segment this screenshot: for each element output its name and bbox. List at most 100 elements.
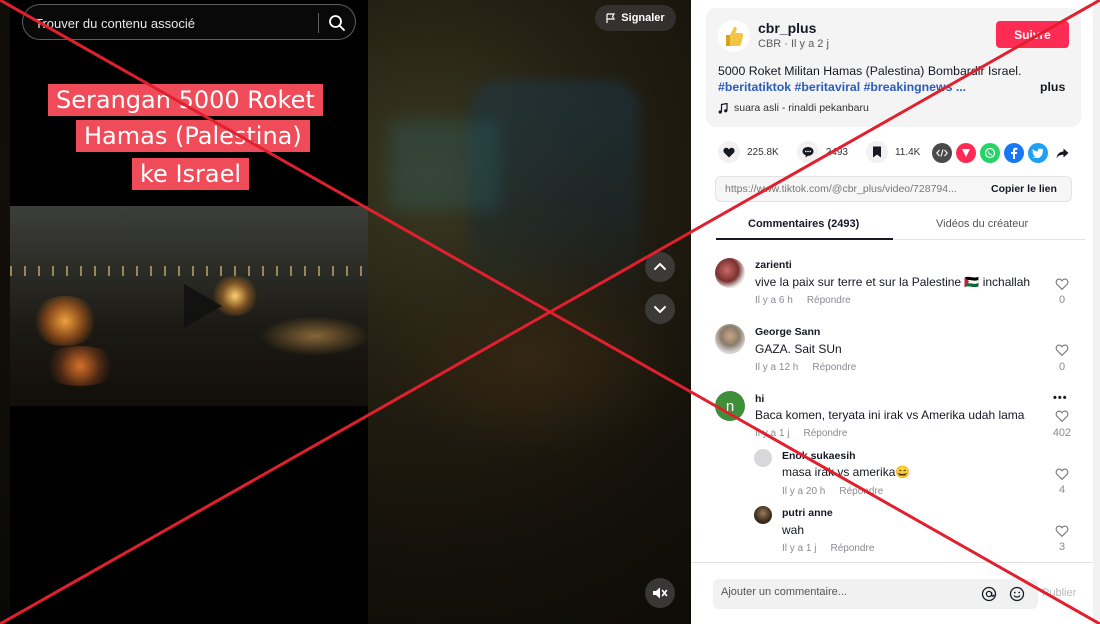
video-caption-line: Hamas (Palestina) bbox=[76, 120, 310, 152]
avatar[interactable] bbox=[754, 449, 772, 467]
heart-outline-icon[interactable] bbox=[1055, 343, 1069, 357]
comment-meta: Il y a 6 h Répondre bbox=[755, 295, 851, 306]
like-stat[interactable]: 225.8K bbox=[718, 141, 779, 163]
engagement-stats: 225.8K 2493 11.4K bbox=[718, 141, 920, 163]
comment-time: Il y a 12 h bbox=[755, 362, 799, 373]
comment-like-count: 0 bbox=[1058, 294, 1066, 306]
tab-comments[interactable]: Commentaires (2493) bbox=[748, 218, 859, 230]
comment-time: Il y a 6 h bbox=[755, 295, 793, 306]
like-count: 225.8K bbox=[747, 146, 779, 158]
avatar[interactable] bbox=[754, 506, 772, 524]
panel-tabs: Commentaires (2493) Vidéos du créateur bbox=[716, 214, 1085, 240]
comment-username[interactable]: hi bbox=[755, 393, 764, 405]
play-icon[interactable] bbox=[184, 284, 222, 328]
twitter-icon[interactable] bbox=[1028, 143, 1048, 163]
comment-text: Baca komen, teryata ini irak vs Amerika … bbox=[755, 408, 1025, 422]
more-options-icon[interactable]: ••• bbox=[1053, 392, 1068, 404]
comment-bubble-icon bbox=[796, 141, 819, 163]
comment-text: vive la paix sur terre et sur la Palesti… bbox=[755, 275, 1031, 289]
bookmark-stat[interactable]: 11.4K bbox=[865, 141, 921, 163]
avatar[interactable]: n bbox=[715, 391, 745, 421]
tab-creator-videos[interactable]: Vidéos du créateur bbox=[936, 218, 1028, 230]
related-search[interactable] bbox=[22, 4, 356, 40]
active-tab-indicator bbox=[716, 238, 893, 240]
reply-time: Il y a 20 h bbox=[782, 486, 826, 497]
comment-stat[interactable]: 2493 bbox=[796, 141, 848, 163]
copy-link-button[interactable]: Copier le lien bbox=[991, 183, 1057, 195]
emoji-icon[interactable] bbox=[1009, 586, 1025, 602]
post-description: 5000 Roket Militan Hamas (Palestina) Bom… bbox=[718, 64, 1022, 78]
creator-subline: CBR · Il y a 2 j bbox=[758, 38, 829, 50]
send-icon[interactable] bbox=[956, 143, 976, 163]
flag-icon bbox=[606, 12, 616, 23]
comment-count: 2493 bbox=[825, 146, 848, 158]
chevron-up-icon bbox=[654, 262, 666, 270]
reply-button[interactable]: Répondre bbox=[830, 543, 874, 554]
facebook-icon[interactable] bbox=[1004, 143, 1024, 163]
mute-button[interactable] bbox=[645, 578, 675, 608]
heart-icon bbox=[718, 141, 740, 163]
heart-outline-icon[interactable] bbox=[1055, 409, 1069, 423]
video-link-box: https://www.tiktok.com/@cbr_plus/video/7… bbox=[715, 176, 1072, 202]
creator-username[interactable]: cbr_plus bbox=[758, 20, 816, 36]
video-player-area[interactable]: Serangan 5000 Roket Hamas (Palestina) ke… bbox=[0, 0, 691, 624]
comment-meta: Il y a 1 j Répondre bbox=[755, 428, 847, 439]
heart-outline-icon[interactable] bbox=[1055, 467, 1069, 481]
video-link-url[interactable]: https://www.tiktok.com/@cbr_plus/video/7… bbox=[725, 183, 975, 195]
reply-button[interactable]: Répondre bbox=[812, 362, 856, 373]
reply-time: Il y a 1 j bbox=[782, 543, 817, 554]
share-arrow-icon[interactable] bbox=[1052, 143, 1072, 163]
reply-meta: Il y a 1 j Répondre bbox=[782, 543, 874, 554]
post-comment-button[interactable]: Publier bbox=[1042, 587, 1076, 599]
video-caption-line: ke Israel bbox=[132, 158, 250, 190]
more-button[interactable]: plus bbox=[1040, 80, 1065, 94]
follow-button[interactable]: Suivre bbox=[996, 21, 1069, 48]
volume-muted-icon bbox=[653, 587, 668, 599]
creator-avatar[interactable] bbox=[718, 20, 750, 52]
comment-text: GAZA. Sait SUn bbox=[755, 342, 842, 356]
previous-video-button[interactable] bbox=[645, 252, 675, 282]
next-video-button[interactable] bbox=[645, 294, 675, 324]
video-frame[interactable]: Serangan 5000 Roket Hamas (Palestina) ke… bbox=[10, 0, 368, 624]
comment-input-box[interactable] bbox=[713, 579, 1038, 609]
details-panel: cbr_plus CBR · Il y a 2 j Suivre 5000 Ro… bbox=[691, 0, 1100, 624]
reply-username[interactable]: Enok sukaesih bbox=[782, 450, 856, 462]
embed-icon[interactable] bbox=[932, 143, 952, 163]
comment-username[interactable]: zarienti bbox=[755, 259, 792, 271]
scrollbar[interactable] bbox=[1093, 0, 1100, 624]
comment-like-count: 402 bbox=[1052, 427, 1072, 439]
bookmark-count: 11.4K bbox=[894, 146, 921, 158]
avatar[interactable] bbox=[715, 258, 745, 288]
report-button[interactable]: Signaler bbox=[595, 5, 676, 31]
music-link[interactable]: suara asli - rinaldi pekanbaru bbox=[718, 102, 869, 114]
video-caption-line: Serangan 5000 Roket bbox=[48, 84, 323, 116]
heart-outline-icon[interactable] bbox=[1055, 277, 1069, 291]
reply-like-count: 4 bbox=[1058, 484, 1066, 496]
reply-button[interactable]: Répondre bbox=[839, 486, 883, 497]
comment-username[interactable]: George Sann bbox=[755, 326, 820, 338]
reply-button[interactable]: Répondre bbox=[807, 295, 851, 306]
blurred-background bbox=[390, 120, 500, 210]
music-note-icon bbox=[718, 102, 728, 114]
comment-input[interactable] bbox=[721, 586, 971, 598]
report-label: Signaler bbox=[621, 12, 665, 24]
heart-outline-icon[interactable] bbox=[1055, 524, 1069, 538]
mention-icon[interactable] bbox=[981, 586, 997, 602]
post-info-card: cbr_plus CBR · Il y a 2 j Suivre 5000 Ro… bbox=[706, 8, 1081, 127]
music-title: suara asli - rinaldi pekanbaru bbox=[734, 102, 869, 114]
whatsapp-icon[interactable] bbox=[980, 143, 1000, 163]
comment-like-count: 0 bbox=[1058, 361, 1066, 373]
search-icon[interactable] bbox=[327, 13, 347, 33]
reply-like-count: 3 bbox=[1058, 541, 1066, 553]
chevron-down-icon bbox=[654, 306, 666, 314]
reply-button[interactable]: Répondre bbox=[803, 428, 847, 439]
divider bbox=[318, 13, 319, 33]
avatar[interactable] bbox=[715, 324, 745, 354]
reply-username[interactable]: putri anne bbox=[782, 507, 833, 519]
bookmark-icon bbox=[865, 141, 888, 163]
share-buttons bbox=[932, 143, 1072, 163]
search-input[interactable] bbox=[35, 13, 315, 33]
comment-time: Il y a 1 j bbox=[755, 428, 790, 439]
post-hashtags[interactable]: #beritatiktok #beritaviral #breakingnews… bbox=[718, 80, 978, 94]
comment-list[interactable]: zarienti vive la paix sur terre et sur l… bbox=[691, 248, 1100, 560]
